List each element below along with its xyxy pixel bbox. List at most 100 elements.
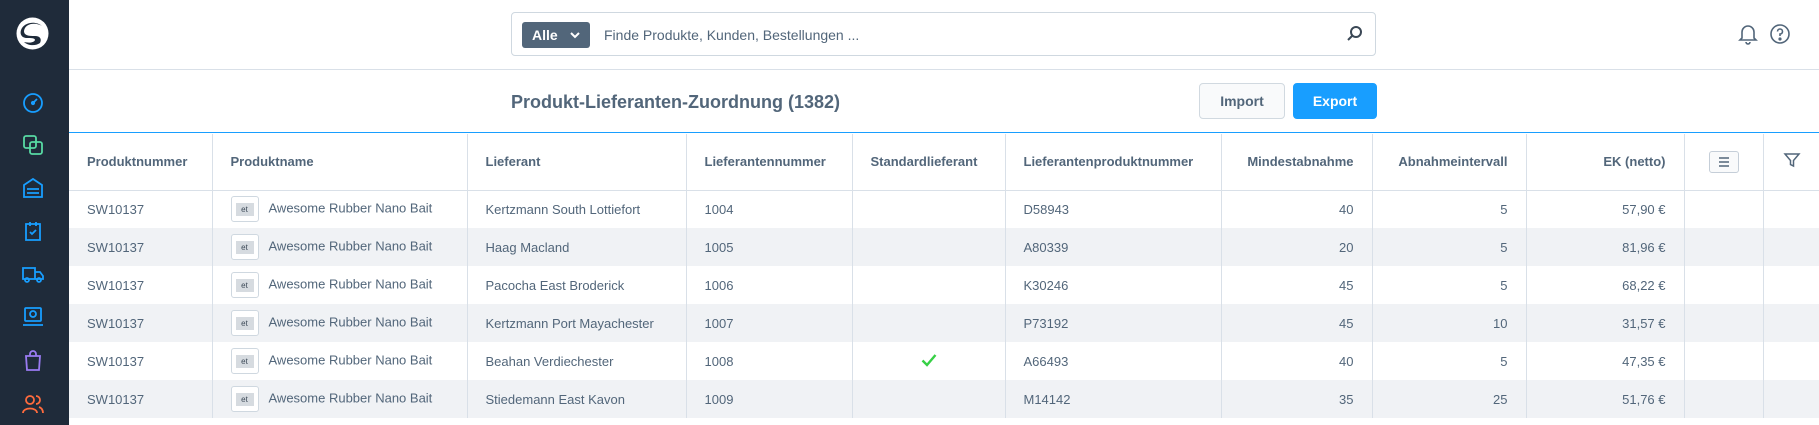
product-name-cell: et Awesome Rubber Nano Bait [212, 190, 468, 228]
thumbnail-label: et [235, 393, 254, 406]
bell-icon[interactable] [1737, 23, 1759, 45]
export-button[interactable]: Export [1293, 83, 1377, 119]
product-number: SW10137 [69, 266, 213, 304]
product-number: SW10137 [69, 190, 213, 228]
default-supplier [852, 380, 1006, 418]
min-purchase: 35 [1221, 380, 1373, 418]
row-actions [1684, 380, 1764, 418]
row-spacer [1763, 380, 1819, 418]
column-header[interactable]: EK (netto) [1526, 134, 1685, 191]
purchase-interval: 10 [1372, 304, 1527, 342]
default-supplier [852, 304, 1006, 342]
purchase-interval: 5 [1372, 342, 1527, 380]
list-icon [1718, 157, 1729, 167]
supplier-product-number: A80339 [1005, 228, 1222, 266]
column-header[interactable]: Produktname [212, 134, 468, 191]
product-number: SW10137 [69, 304, 213, 342]
default-supplier [852, 266, 1006, 304]
supplier-product-number: D58943 [1005, 190, 1222, 228]
top-bar: Alle [69, 0, 1819, 70]
column-header[interactable]: Lieferant [467, 134, 687, 191]
table-header-row: Produktnummer Produktname Lieferant Lief… [69, 134, 1819, 191]
orders-icon[interactable] [21, 176, 45, 200]
column-header[interactable]: Abnahmeintervall [1372, 134, 1527, 191]
checkmark-icon [921, 353, 936, 367]
search-type-label: Alle [532, 27, 558, 43]
global-search: Alle [511, 12, 1376, 56]
purchase-price: 81,96 € [1526, 228, 1685, 266]
catalogue-icon[interactable] [21, 133, 45, 157]
column-header[interactable]: Standardlieferant [852, 134, 1006, 191]
filter-icon[interactable] [1783, 151, 1801, 169]
product-name-cell: et Awesome Rubber Nano Bait [212, 304, 468, 342]
supplier: Stiedemann East Kavon [467, 380, 687, 418]
supplier-number: 1004 [686, 190, 853, 228]
dashboard-icon[interactable] [21, 91, 45, 115]
row-actions [1684, 304, 1764, 342]
default-supplier [852, 190, 1006, 228]
thumbnail-label: et [235, 241, 254, 254]
purchase-interval: 5 [1372, 266, 1527, 304]
grid-settings-button[interactable] [1708, 150, 1739, 173]
row-spacer [1763, 190, 1819, 228]
supplier-number: 1005 [686, 228, 853, 266]
thumbnail-label: et [235, 355, 254, 368]
product-name[interactable]: Awesome Rubber Nano Bait [269, 238, 433, 253]
min-purchase: 45 [1221, 266, 1373, 304]
row-actions [1684, 228, 1764, 266]
table-row[interactable]: SW10137 et Awesome Rubber Nano Bait Haag … [69, 228, 1819, 266]
table-row[interactable]: SW10137 et Awesome Rubber Nano Bait Kertz… [69, 190, 1819, 228]
purchase-interval: 5 [1372, 190, 1527, 228]
shipping-icon[interactable] [21, 262, 45, 286]
thumbnail-label: et [235, 317, 254, 330]
supplier-number: 1009 [686, 380, 853, 418]
default-supplier [852, 228, 1006, 266]
default-supplier [852, 342, 1006, 380]
column-header[interactable]: Lieferantennummer [686, 134, 853, 191]
grid-settings-cell [1684, 134, 1764, 191]
column-header[interactable]: Produktnummer [69, 134, 213, 191]
marketing-icon[interactable] [21, 349, 45, 373]
row-actions [1684, 342, 1764, 380]
supplier-number: 1007 [686, 304, 853, 342]
supplier-product-number: A66493 [1005, 342, 1222, 380]
row-spacer [1763, 266, 1819, 304]
product-name-cell: et Awesome Rubber Nano Bait [212, 380, 468, 418]
column-header[interactable]: Mindestabnahme [1221, 134, 1373, 191]
min-purchase: 20 [1221, 228, 1373, 266]
search-type-select[interactable]: Alle [522, 22, 590, 48]
thumbnail-label: et [235, 279, 254, 292]
product-name[interactable]: Awesome Rubber Nano Bait [269, 314, 433, 329]
customers-icon[interactable] [21, 219, 45, 243]
product-name[interactable]: Awesome Rubber Nano Bait [269, 390, 433, 405]
product-name[interactable]: Awesome Rubber Nano Bait [269, 201, 433, 216]
table-row[interactable]: SW10137 et Awesome Rubber Nano Bait Stied… [69, 380, 1819, 418]
purchase-price: 51,76 € [1526, 380, 1685, 418]
product-thumbnail: et [230, 348, 259, 374]
shopware-logo[interactable] [16, 17, 49, 50]
product-name[interactable]: Awesome Rubber Nano Bait [269, 352, 433, 367]
supplier-product-number: M14142 [1005, 380, 1222, 418]
supplier: Kertzmann Port Mayachester [467, 304, 687, 342]
min-purchase: 40 [1221, 190, 1373, 228]
column-header[interactable]: Lieferantenproduktnummer [1005, 134, 1222, 191]
product-name[interactable]: Awesome Rubber Nano Bait [269, 276, 433, 291]
import-button[interactable]: Import [1199, 83, 1285, 119]
users-icon[interactable] [21, 392, 45, 416]
content-icon[interactable] [21, 305, 45, 329]
thumbnail-label: et [235, 203, 254, 217]
row-actions [1684, 190, 1764, 228]
supplier-product-number: P73192 [1005, 304, 1222, 342]
product-thumbnail: et [230, 234, 259, 260]
page-header: Produkt-Lieferanten-Zuordnung (1382) Imp… [69, 70, 1819, 133]
purchase-interval: 5 [1372, 228, 1527, 266]
table-row[interactable]: SW10137 et Awesome Rubber Nano Bait Kertz… [69, 304, 1819, 342]
min-purchase: 40 [1221, 342, 1373, 380]
search-icon[interactable] [1345, 24, 1365, 44]
search-input[interactable] [604, 22, 1324, 48]
supplier: Kertzmann South Lottiefort [467, 190, 687, 228]
help-icon[interactable] [1769, 23, 1791, 45]
supplier-product-number: K30246 [1005, 266, 1222, 304]
table-row[interactable]: SW10137 et Awesome Rubber Nano Bait Beaha… [69, 342, 1819, 380]
table-row[interactable]: SW10137 et Awesome Rubber Nano Bait Pacoc… [69, 266, 1819, 304]
